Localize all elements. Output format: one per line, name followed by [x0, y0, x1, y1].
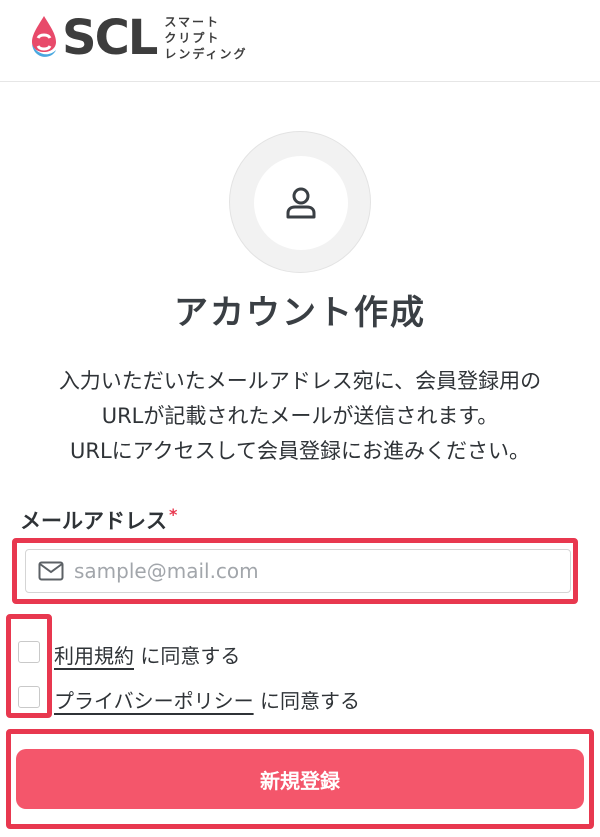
terms-checkbox[interactable] — [18, 641, 40, 663]
description-line: URLが記載されたメールが送信されます。 — [101, 404, 499, 428]
privacy-suffix: に同意する — [253, 689, 360, 713]
terms-suffix: に同意する — [134, 644, 241, 668]
mail-icon — [38, 561, 64, 581]
logo-text: SCL — [62, 10, 158, 66]
email-field-highlight — [12, 538, 578, 604]
description-line: 入力いただいたメールアドレス宛に、会員登録用の — [58, 369, 542, 393]
avatar — [229, 131, 371, 273]
logo-sub-line: スマート — [164, 15, 221, 29]
page-description: 入力いただいたメールアドレス宛に、会員登録用の URLが記載されたメールが送信さ… — [0, 364, 600, 469]
terms-link[interactable]: 利用規約 — [54, 644, 134, 668]
required-mark: * — [169, 505, 178, 524]
email-label: メールアドレス * — [20, 505, 177, 535]
description-line: URLにアクセスして会員登録にお進みください。 — [70, 439, 530, 463]
register-button[interactable]: 新規登録 — [16, 749, 584, 809]
logo[interactable]: SCL スマート クリプト レンディング — [28, 14, 248, 62]
logo-sub-line: レンディング — [164, 47, 248, 61]
privacy-link[interactable]: プライバシーポリシー — [54, 689, 254, 713]
page-title: アカウント作成 — [174, 293, 426, 333]
header: SCL スマート クリプト レンディング — [0, 0, 600, 82]
logo-subtitle: スマート クリプト レンディング — [164, 14, 247, 62]
avatar-inner — [254, 156, 348, 250]
email-input[interactable] — [74, 559, 554, 583]
user-icon — [286, 187, 316, 219]
email-label-text: メールアドレス — [20, 509, 167, 533]
logo-sub-line: クリプト — [164, 31, 221, 45]
logo-drop-icon — [32, 16, 56, 57]
privacy-agreement: プライバシーポリシー に同意する — [54, 685, 360, 714]
privacy-checkbox[interactable] — [18, 686, 40, 708]
terms-agreement: 利用規約 に同意する — [54, 640, 240, 669]
email-field[interactable] — [25, 549, 571, 593]
